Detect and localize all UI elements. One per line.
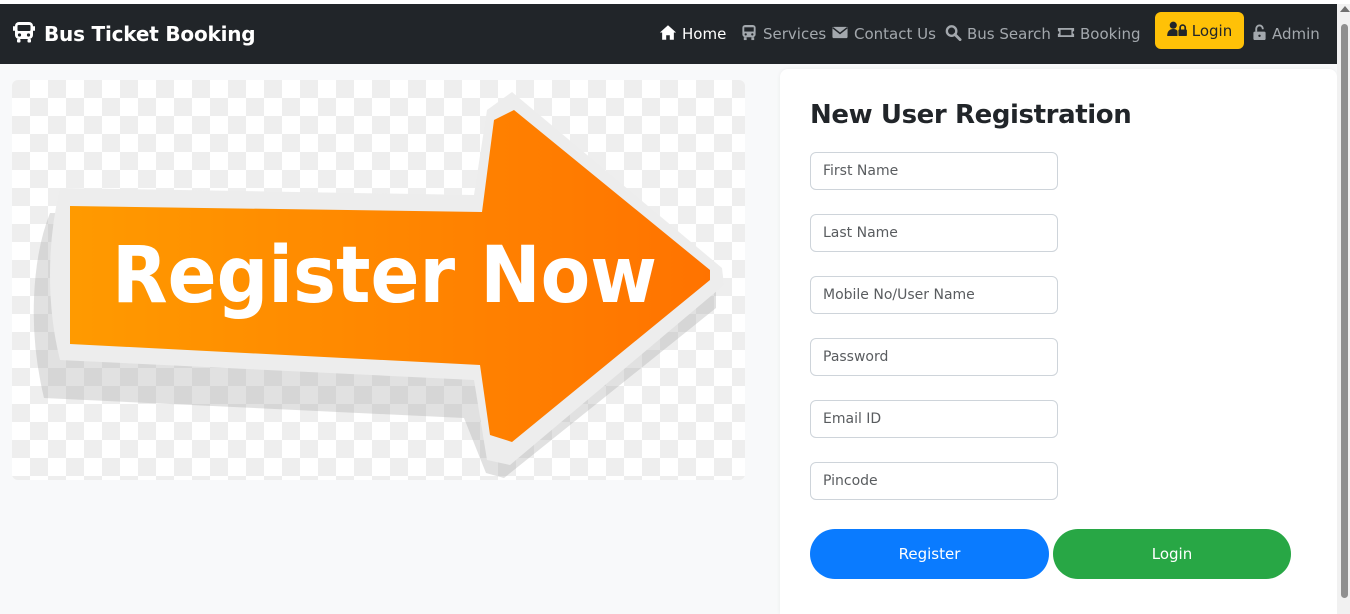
nav-contact-us[interactable]: Contact Us [831,23,936,45]
nav-booking-label: Booking [1080,25,1141,43]
nav-contact-label: Contact Us [854,25,936,43]
register-button[interactable]: Register [810,529,1049,579]
bus-icon [12,20,36,48]
last-name-field[interactable] [810,214,1058,252]
nav-services[interactable]: Services [740,23,826,45]
scrollbar-thumb[interactable] [1341,24,1348,598]
home-icon [659,24,682,45]
first-name-field[interactable] [810,152,1058,190]
envelope-icon [831,24,854,45]
email-field[interactable] [810,400,1058,438]
nav-admin[interactable]: Admin [1252,23,1320,45]
nav-home[interactable]: Home [659,23,726,45]
nav-home-label: Home [682,25,727,43]
nav-admin-label: Admin [1272,25,1320,43]
user-lock-icon [1166,21,1192,41]
search-icon [944,24,967,45]
bus-icon [740,24,763,45]
banner-text: Register Now [112,231,657,321]
nav-login-button[interactable]: Login [1155,12,1244,49]
nav-bus-search-label: Bus Search [967,25,1051,43]
password-field[interactable] [810,338,1058,376]
nav-bus-search[interactable]: Bus Search [944,23,1051,45]
ticket-icon [1057,24,1080,45]
pincode-field[interactable] [810,462,1058,500]
brand[interactable]: Bus Ticket Booking [12,20,256,48]
scroll-up-arrow-icon[interactable] [1340,6,1350,12]
register-now-banner: Register Now [12,80,745,480]
mobile-username-field[interactable] [810,276,1058,314]
nav-login-label: Login [1191,21,1233,40]
top-navbar: Bus Ticket Booking Home Services Contact… [0,4,1337,64]
nav-booking[interactable]: Booking [1057,23,1141,45]
brand-title: Bus Ticket Booking [44,22,256,46]
page-title: New User Registration [810,100,1132,130]
nav-services-label: Services [763,25,827,43]
login-button[interactable]: Login [1053,529,1291,579]
unlock-icon [1252,24,1272,45]
